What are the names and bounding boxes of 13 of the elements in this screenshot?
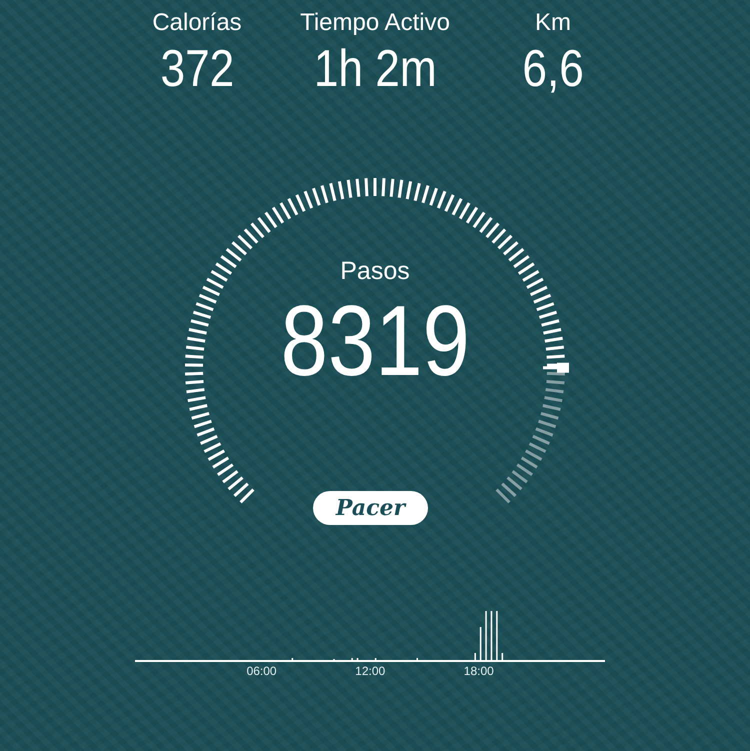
stat-label: Calorías	[152, 8, 242, 38]
stat-value: 1h 2m	[314, 39, 436, 100]
time-label: 06:00	[246, 664, 277, 678]
gauge-marker	[543, 362, 569, 373]
time-label: 12:00	[355, 664, 386, 678]
steps-count: 8319	[280, 286, 470, 396]
app-logo: Pacer	[313, 491, 428, 525]
stat-value: 372	[160, 39, 234, 100]
stat-label: Tiempo Activo	[300, 8, 450, 38]
stat-label: Km	[535, 8, 571, 38]
steps-label: Pasos	[340, 256, 410, 286]
time-label: 18:00	[464, 664, 494, 678]
stat-value: 6,6	[522, 39, 584, 100]
